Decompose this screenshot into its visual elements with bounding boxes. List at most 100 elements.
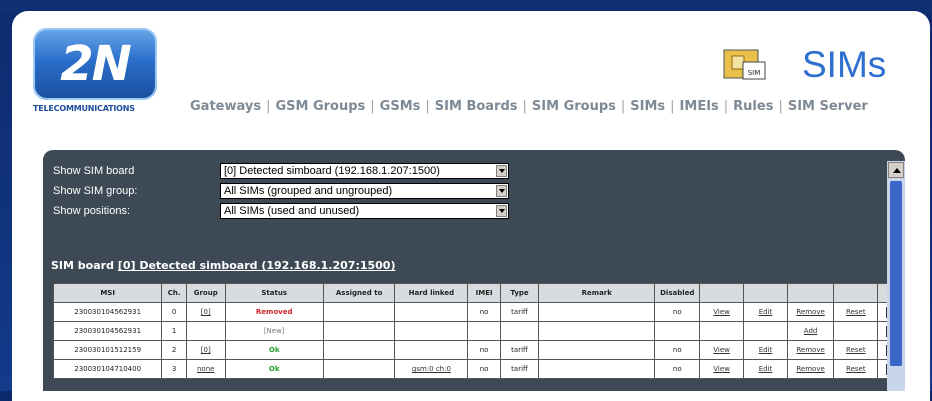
cell-group: [0]: [185, 340, 226, 360]
cell-assigned: [322, 340, 396, 360]
sims-table: MSI Ch. Group Status Assigned to Hard linked I…: [52, 283, 905, 379]
edit-link-text[interactable]: Edit: [759, 365, 773, 373]
cell-disabled: no: [654, 359, 701, 379]
cell-assigned: [322, 321, 396, 341]
cell-msi: 230030101512159: [52, 340, 163, 360]
cell-type: [499, 321, 540, 341]
sim-group-select-value: All SIMs (grouped and ungrouped): [224, 185, 393, 197]
edit-link-text[interactable]: Edit: [759, 308, 773, 316]
filter-label-board: Show SIM board: [53, 165, 135, 177]
cell-imei-text: no: [479, 308, 489, 316]
nav-separator: |: [723, 99, 729, 114]
nav-link-gsms[interactable]: GSMs: [380, 99, 421, 114]
column-header: [699, 283, 745, 303]
cell-type-text: tariff: [511, 365, 528, 373]
nav-link-sims[interactable]: SIMs: [630, 99, 665, 114]
sim-board-select[interactable]: [0] Detected simboard (192.168.1.207:150…: [220, 163, 509, 179]
filter-label-positions: Show positions:: [53, 205, 131, 217]
view-link-text[interactable]: View: [713, 346, 730, 354]
nav-link-gateways[interactable]: Gateways: [190, 99, 261, 114]
edit-link: [743, 321, 788, 341]
main-navigation: Gateways | GSM Groups | GSMs | SIM Boards | SIM …: [190, 99, 910, 114]
nav-link-sim-groups[interactable]: SIM Groups: [532, 99, 616, 114]
view-link: View: [699, 340, 745, 360]
table-row: 230030104710400 3 none Ok gsm:0 ch:0 no tariff…: [52, 359, 905, 379]
cell-msi: 230030104562931: [52, 321, 163, 341]
edit-link-text[interactable]: Edit: [759, 346, 773, 354]
nav-separator: |: [522, 99, 527, 114]
brand-subtitle: TELECOMMUNICATIONS: [33, 104, 135, 113]
nav-separator: |: [266, 99, 271, 114]
cell-group: [0]: [185, 302, 226, 322]
table-header-row: MSI Ch. Group Status Assigned to Hard linked I…: [52, 283, 905, 303]
positions-select[interactable]: All SIMs (used and unused): [220, 203, 509, 219]
cell-hard-linked-text[interactable]: gsm:0 ch:0: [412, 365, 451, 373]
page-title: SIMs: [802, 44, 887, 85]
cell-msi-text: 230030104710400: [74, 365, 142, 373]
cell-imei: no: [467, 340, 501, 360]
dropdown-arrow-icon[interactable]: [496, 205, 507, 217]
view-link-text[interactable]: View: [713, 308, 730, 316]
reset-link-text[interactable]: Reset: [846, 365, 866, 373]
cell-imei-text: no: [479, 365, 489, 373]
filter-row-board: Show SIM board [0] Detected simboard (19…: [53, 162, 653, 182]
view-link: View: [699, 359, 745, 379]
cell-msi: 230030104562931: [52, 302, 163, 322]
brand-logo: 2N: [33, 28, 157, 100]
view-link: View: [699, 302, 745, 322]
cell-status-text: [New]: [263, 327, 285, 335]
cell-disabled: [654, 321, 701, 341]
filter-row-positions: Show positions: All SIMs (used and unuse…: [53, 202, 653, 222]
cell-status: Removed: [224, 302, 324, 322]
reset-link-text[interactable]: Reset: [846, 308, 866, 316]
cell-group-text[interactable]: [0]: [201, 346, 211, 354]
cell-channel: 3: [161, 359, 187, 379]
remove-link: Remove: [786, 359, 835, 379]
cell-hard-linked: gsm:0 ch:0: [394, 359, 469, 379]
dropdown-arrow-icon[interactable]: [496, 185, 507, 197]
nav-link-sim-boards[interactable]: SIM Boards: [435, 99, 518, 114]
table-row: 230030101512159 2 [0] Ok no tariff no View Edit R…: [52, 340, 905, 360]
add-link-text[interactable]: Add: [804, 327, 818, 335]
filter-form: Show SIM board [0] Detected simboard (19…: [53, 162, 653, 222]
remove-link-text[interactable]: Remove: [796, 308, 824, 316]
table-row: 230030104562931 0 [0] Removed no tariff no View…: [52, 302, 905, 322]
cell-status: Ok: [224, 340, 324, 360]
scrollbar-thumb[interactable]: [890, 181, 902, 366]
scroll-up-icon[interactable]: [888, 162, 904, 178]
svg-text:SIM: SIM: [748, 69, 761, 77]
column-header: Type: [499, 283, 540, 303]
cell-type: tariff: [499, 359, 540, 379]
cell-channel-text: 0: [171, 308, 177, 316]
nav-link-sim-server[interactable]: SIM Server: [788, 99, 868, 114]
column-header: [786, 283, 835, 303]
cell-msi-text: 230030101512159: [74, 346, 142, 354]
remove-link-text[interactable]: Remove: [796, 346, 824, 354]
cell-group-text[interactable]: [0]: [201, 308, 211, 316]
view-link-text[interactable]: View: [713, 365, 730, 373]
cell-group: [185, 321, 226, 341]
cell-assigned: [322, 359, 396, 379]
remove-link-text[interactable]: Remove: [796, 365, 824, 373]
column-header: Remark: [538, 283, 656, 303]
dropdown-arrow-icon[interactable]: [496, 165, 507, 177]
cell-group-text[interactable]: none: [197, 365, 214, 373]
cell-remark: [538, 302, 656, 322]
edit-link: Edit: [743, 302, 788, 322]
sim-group-select[interactable]: All SIMs (grouped and ungrouped): [220, 183, 509, 199]
cell-disabled-text: no: [672, 365, 682, 373]
filter-row-group: Show SIM group: All SIMs (grouped and un…: [53, 182, 653, 202]
vertical-scrollbar[interactable]: [887, 161, 905, 391]
sim-board-link[interactable]: [0] Detected simboard (192.168.1.207:150…: [118, 259, 396, 272]
sim-panel: Show SIM board [0] Detected simboard (19…: [43, 150, 905, 391]
filter-label-group: Show SIM group:: [53, 185, 138, 197]
sim-board-select-value: [0] Detected simboard (192.168.1.207:150…: [224, 165, 440, 177]
cell-channel-text: 1: [171, 327, 177, 335]
nav-link-gsm-groups[interactable]: GSM Groups: [275, 99, 365, 114]
cell-hard-linked: [394, 340, 469, 360]
cell-imei: no: [467, 359, 501, 379]
nav-link-imeis[interactable]: IMEIs: [680, 99, 719, 114]
cell-imei: [467, 321, 501, 341]
nav-link-rules[interactable]: Rules: [733, 99, 773, 114]
reset-link-text[interactable]: Reset: [846, 346, 866, 354]
